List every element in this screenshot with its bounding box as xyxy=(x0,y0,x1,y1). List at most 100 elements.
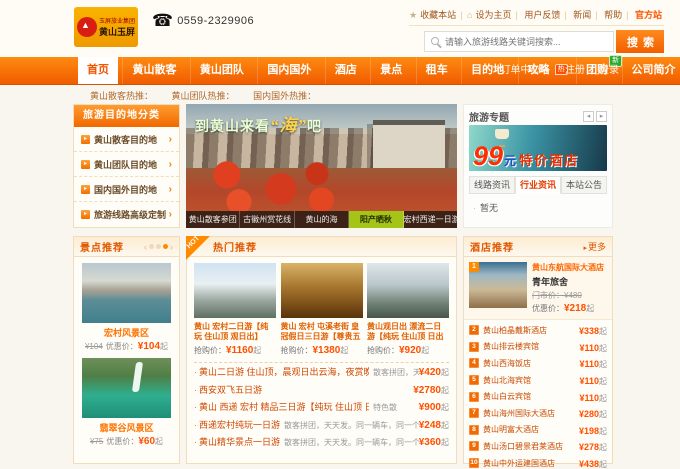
hotel-list-item[interactable]: 2 黄山柏晶戴斯酒店 ¥338起 xyxy=(469,322,607,339)
hotel-list-item[interactable]: 4 黄山西海饭店 ¥110起 xyxy=(469,355,607,372)
chevron-right-icon: › xyxy=(169,159,172,170)
nav-hotels[interactable]: 酒店 xyxy=(325,57,366,84)
rank-badge: 3 xyxy=(469,342,479,352)
star-icon: ★ xyxy=(409,10,417,20)
pager-dot[interactable] xyxy=(156,244,161,249)
nav-home[interactable]: 首页 xyxy=(78,57,118,84)
nav-car-rental[interactable]: 租车 xyxy=(416,57,457,84)
phone-icon: ☎ xyxy=(152,11,173,31)
tour-list-item[interactable]: · 黄山 西递 宏村 精品三日游【纯玩 住山顶 日出 特色酒店】 特色散 ¥90… xyxy=(194,400,449,418)
tab-route-news[interactable]: 线路资讯 xyxy=(469,176,515,194)
chevron-right-icon: › xyxy=(169,134,172,145)
topics-prev-button[interactable]: ◂ xyxy=(583,111,594,122)
logo-site-name: 黄山玉屏国旅 xyxy=(99,25,135,38)
hotel-list-item[interactable]: 7 黄山海州国际大酒店 ¥280起 xyxy=(469,405,607,422)
search-input[interactable] xyxy=(425,33,613,52)
attractions-title: 景点推荐 xyxy=(80,239,124,254)
contact-phone: ☎ 0559-2329906 xyxy=(152,11,254,31)
tour-list-item[interactable]: · 西安双飞五日游 ¥2780起 xyxy=(194,383,449,401)
hotel-price: ¥438 xyxy=(579,459,599,469)
nav-domestic-overseas[interactable]: 国内国外 xyxy=(257,57,320,84)
register-link[interactable]: 注册 xyxy=(565,65,585,76)
carousel-tab-4-active[interactable]: 阳产晒秋 xyxy=(349,211,403,228)
subnav-fit-hot[interactable]: 黄山散客热推： xyxy=(90,91,153,101)
top-header: 玉屏旅业集团 黄山玉屏国旅 ☎ 0559-2329906 ★收藏本站| ⌂设为主… xyxy=(0,0,680,57)
tab-site-notices[interactable]: 本站公告 xyxy=(561,176,607,194)
link-set-homepage[interactable]: 设为主页 xyxy=(475,10,511,20)
hotel-price: ¥280 xyxy=(579,409,599,419)
attractions-pager: ‹ › xyxy=(144,242,173,252)
hotel-promo-banner[interactable]: 99 元 特价酒店 xyxy=(469,125,607,171)
link-help[interactable]: 帮助 xyxy=(604,10,622,20)
carousel-tab-1[interactable]: 黄山散客参团 xyxy=(186,211,240,228)
hot-ribbon: HOT xyxy=(186,236,210,260)
hotel-list-item[interactable]: 3 黄山排云楼宾馆 ¥110起 xyxy=(469,339,607,356)
tour-list-item[interactable]: · 西递宏村纯玩一日游 散客拼团，天天发。同一辆车，同一个旅程，结识更多 ¥24… xyxy=(194,418,449,436)
nav-company-profile[interactable]: 公司简介 xyxy=(622,57,680,84)
hotel-list-item[interactable]: 10 黄山中外运建国酒店 ¥438起 xyxy=(469,455,607,469)
search-button[interactable]: 搜索 xyxy=(616,30,664,53)
rank-badge: 7 xyxy=(469,409,479,419)
carousel-tab-5[interactable]: 宏村西递一日游 xyxy=(404,211,457,228)
orders-menu[interactable]: 订单中心▼ xyxy=(501,65,551,76)
pager-dot[interactable] xyxy=(149,244,154,249)
nav-attractions[interactable]: 景点 xyxy=(370,57,411,84)
hotels-more-link[interactable]: ▸更多 xyxy=(583,240,606,253)
carousel-banner[interactable]: 到黄山来看海吧 黄山散客参团 古徽州赏花线 黄山的海 阳产晒秋 宏村西递一日游 xyxy=(186,104,457,228)
tour-list-item[interactable]: · 黄山二日游 住山顶，晨观日出云海，夜赏晚霞星光 散客拼团，天天发 ¥420起 xyxy=(194,365,449,383)
hotel-list-item[interactable]: 6 黄山白云宾馆 ¥110起 xyxy=(469,388,607,405)
play-icon: ▸ xyxy=(81,135,90,144)
link-news[interactable]: 新闻 xyxy=(573,10,591,20)
hotel-list-item[interactable]: 5 黄山北海宾馆 ¥110起 xyxy=(469,372,607,389)
sidebar-item-custom-routes[interactable]: ▸ 旅游线路高级定制 › xyxy=(74,202,179,227)
subnav-group-hot[interactable]: 黄山团队热推： xyxy=(172,91,235,101)
hotel-list-item[interactable]: 8 黄山明富大酒店 ¥198起 xyxy=(469,422,607,439)
carousel-tab-2[interactable]: 古徽州赏花线 xyxy=(240,211,294,228)
hotel-price: ¥198 xyxy=(579,426,599,436)
hotel-price: ¥110 xyxy=(579,343,599,353)
pager-dot-active[interactable] xyxy=(163,244,168,249)
attraction-card-hongcun[interactable]: 宏村风景区 ¥104优惠价：¥104起 xyxy=(74,257,179,352)
tour-card[interactable]: 黄山 宏村二日游【纯玩 住山顶 观日出】 抢购价：¥1160起 xyxy=(194,263,276,356)
topics-next-button[interactable]: ▸ xyxy=(596,111,607,122)
top-links: ★收藏本站| ⌂设为主页| 用户反馈| 新闻| 帮助| 官方站 xyxy=(409,8,664,26)
travel-topics-title: 旅游专题 xyxy=(469,109,509,124)
link-favorite[interactable]: 收藏本站 xyxy=(420,10,456,20)
link-feedback[interactable]: 用户反馈 xyxy=(524,10,560,20)
tour-list-item[interactable]: · 黄山精华景点一日游 散客拼团，天天发。同一辆车，同一个旅程，结识更多 ¥36… xyxy=(194,435,449,453)
logo-bird-icon xyxy=(77,17,97,37)
tour-price: ¥360 xyxy=(419,437,441,448)
pager-next-icon[interactable]: › xyxy=(170,242,173,252)
subnav-domestic-hot[interactable]: 国内国外热推： xyxy=(253,91,316,101)
chevron-right-icon: › xyxy=(169,184,172,195)
site-logo[interactable]: 玉屏旅业集团 黄山玉屏国旅 xyxy=(74,7,138,47)
hotel-list-item[interactable]: 9 黄山汤口碧景君莱酒店 ¥278起 xyxy=(469,438,607,455)
sidebar-item-group-destinations[interactable]: ▸ 黄山团队目的地 › xyxy=(74,152,179,177)
logo-group-name: 玉屏旅业集团 xyxy=(99,16,135,25)
nav-huangshan-fit[interactable]: 黄山散客 xyxy=(122,57,185,84)
original-price: ¥75 xyxy=(90,437,103,446)
nav-huangshan-group[interactable]: 黄山团队 xyxy=(190,57,253,84)
tour-card[interactable]: 黄山观日出 漂流二日游【纯玩 住山顶 日出 激 抢购价：¥920起 xyxy=(367,263,449,356)
tour-card[interactable]: 黄山 宏村 屯溪老街 皇冠假日三日游【尊贵五星 抢购价：¥1380起 xyxy=(281,263,363,356)
tour-price: ¥920 xyxy=(399,345,421,356)
featured-hotel[interactable]: 1 黄山东航国际大酒店 青年旅舍 门市价：¥480 优惠价：¥218起 xyxy=(464,257,612,320)
tab-industry-news[interactable]: 行业资讯 xyxy=(515,176,561,194)
tour-price: ¥248 xyxy=(419,420,441,431)
hotel-price: ¥110 xyxy=(579,376,599,386)
travel-topics: 旅游专题 ◂ ▸ 99 元 特价酒店 线路资讯 行业资讯 本站公告 xyxy=(463,104,613,228)
pager-prev-icon[interactable]: ‹ xyxy=(144,242,147,252)
sidebar-item-fit-destinations[interactable]: ▸ 黄山散客目的地 › xyxy=(74,127,179,152)
login-link[interactable]: 登录 xyxy=(599,65,619,76)
nav-account-area: 订单中心▼ 注册 | 登录 xyxy=(498,57,622,84)
rank-badge: 1 xyxy=(469,262,479,272)
link-official-site[interactable]: 官方站 xyxy=(635,10,662,20)
carousel-tab-3[interactable]: 黄山的海 xyxy=(295,211,349,228)
sidebar-item-domestic-destinations[interactable]: ▸ 国内国外目的地 › xyxy=(74,177,179,202)
carousel-headline: 到黄山来看海吧 xyxy=(195,111,322,136)
feicuigu-photo xyxy=(82,358,171,418)
attraction-card-feicuigu[interactable]: 翡翠谷风景区 ¥75优惠价：¥60起 xyxy=(74,352,179,447)
lamp-icon xyxy=(495,129,509,139)
carousel-tabs: 黄山散客参团 古徽州赏花线 黄山的海 阳产晒秋 宏村西递一日游 xyxy=(186,211,457,228)
tour-price: ¥1160 xyxy=(226,345,253,356)
